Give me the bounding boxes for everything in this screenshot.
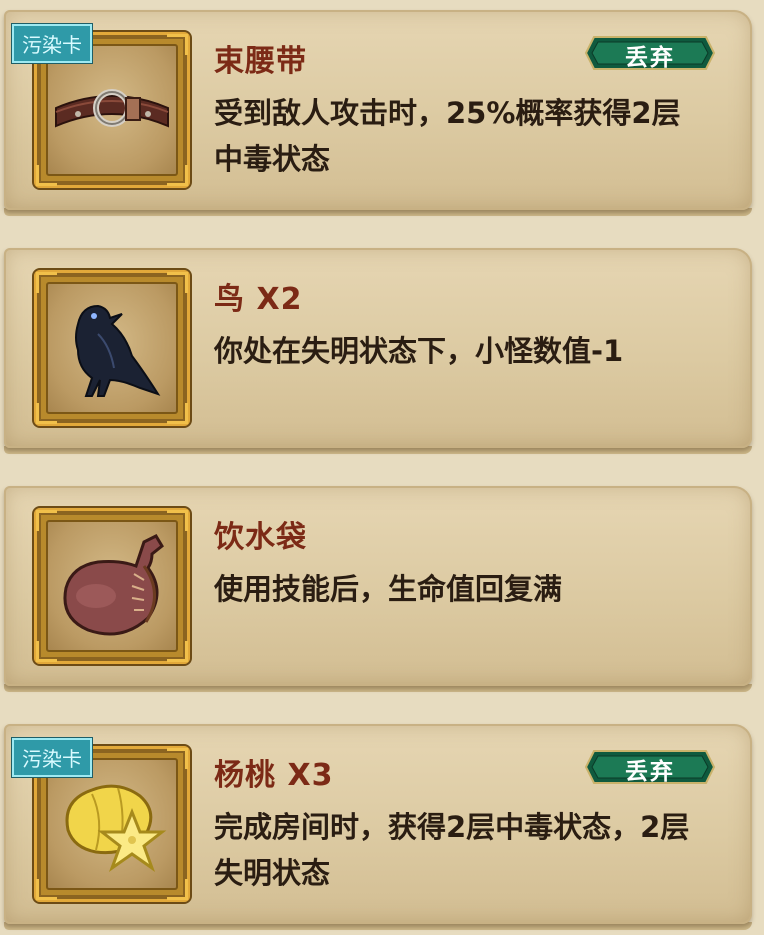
item-icon-frame (34, 270, 190, 426)
item-description: 你处在失明状态下，小怪数值-1 (214, 334, 624, 368)
item-name: 饮水袋 (214, 520, 307, 555)
item-card[interactable]: 污染卡 杨桃 X3 完成房间时，获得2层中毒状态，2层失明状态 丢弃 (4, 724, 752, 930)
item-description: 使用技能后，生命值回复满 (214, 572, 563, 606)
item-card[interactable]: 污染卡 束腰带 受到敌人攻击时，25%概率获得2层中毒状态 丢弃 (4, 10, 752, 216)
discard-label: 丢弃 (625, 45, 675, 71)
polluted-card-badge: 污染卡 (12, 24, 92, 63)
crow-icon (75, 304, 161, 397)
discard-button[interactable]: 丢弃 (582, 748, 718, 786)
item-name: 束腰带 (214, 44, 307, 79)
item-description: 受到敌人攻击时，25%概率获得2层中毒状态 (214, 96, 681, 176)
item-name: 杨桃 X3 (214, 758, 334, 793)
item-card[interactable]: 饮水袋 使用技能后，生命值回复满 (4, 486, 752, 692)
item-description: 完成房间时，获得2层中毒状态，2层失明状态 (214, 810, 690, 890)
discard-button[interactable]: 丢弃 (582, 34, 718, 72)
discard-label: 丢弃 (625, 759, 675, 785)
starfruit-icon (65, 784, 167, 872)
water-skin-icon (63, 534, 164, 636)
polluted-card-badge: 污染卡 (12, 738, 92, 777)
item-card[interactable]: 鸟 X2 你处在失明状态下，小怪数值-1 (4, 248, 752, 454)
belt-icon (55, 89, 169, 128)
item-icon-frame (34, 508, 190, 664)
item-name: 鸟 X2 (214, 282, 303, 317)
